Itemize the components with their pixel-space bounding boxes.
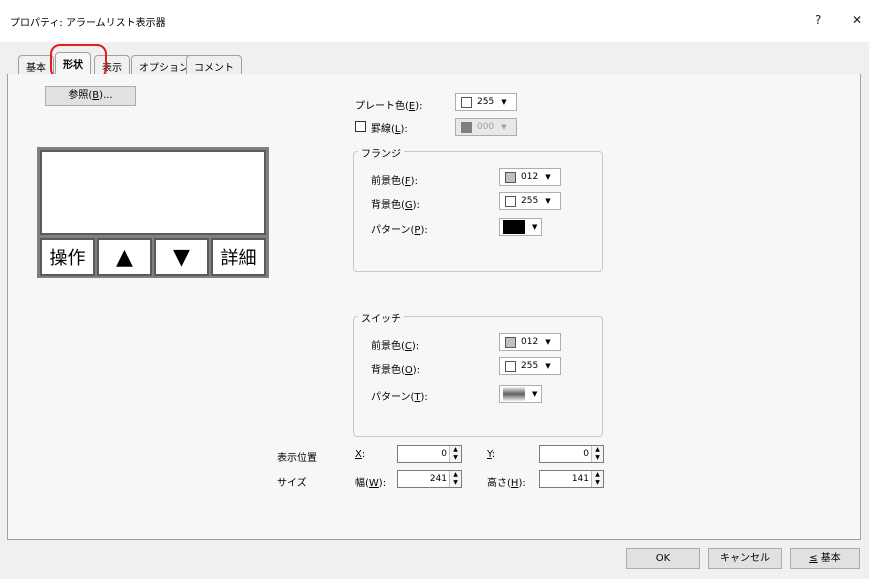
spin-arrows-icon[interactable]: ▲ ▼ xyxy=(591,471,603,487)
position-x-input[interactable]: 0 ▲ ▼ xyxy=(397,445,462,463)
switch-bg-value: 255 xyxy=(521,361,539,371)
position-y-input[interactable]: 0 ▲ ▼ xyxy=(539,445,604,463)
browse-button[interactable]: 参照(B)... xyxy=(45,86,136,106)
size-label: サイズ xyxy=(277,478,307,489)
spin-arrows-icon[interactable]: ▲ ▼ xyxy=(591,446,603,462)
preview-detail-button: 詳細 xyxy=(211,238,266,276)
basic-settings-button[interactable]: ≤ 基本 xyxy=(790,548,860,569)
flange-pattern-label: パターン(P): xyxy=(371,225,428,236)
chevron-down-icon: ▼ xyxy=(545,338,551,346)
switch-group-title: スイッチ xyxy=(358,310,404,325)
spin-arrows-icon[interactable]: ▲ ▼ xyxy=(449,446,461,462)
flange-pattern-swatch xyxy=(503,220,525,234)
switch-pattern-swatch xyxy=(503,387,525,401)
size-h-label: 高さ(H): xyxy=(487,478,526,489)
tab-comment[interactable]: コメント xyxy=(186,55,242,75)
size-w-input[interactable]: 241 ▲ ▼ xyxy=(397,470,462,488)
plate-color-dropdown[interactable]: 255 ▼ xyxy=(455,93,517,111)
flange-fg-dropdown[interactable]: 012 ▼ xyxy=(499,168,561,186)
flange-fg-value: 012 xyxy=(521,172,539,182)
cancel-button[interactable]: キャンセル xyxy=(708,548,782,569)
size-h-input[interactable]: 141 ▲ ▼ xyxy=(539,470,604,488)
flange-bg-value: 255 xyxy=(521,196,539,206)
flange-pattern-dropdown[interactable]: ▼ xyxy=(499,218,542,236)
switch-fg-label: 前景色(C): xyxy=(371,341,420,352)
browse-suffix: )... xyxy=(99,90,113,101)
plate-color-swatch xyxy=(461,96,472,108)
flange-bg-label: 背景色(G): xyxy=(371,200,420,211)
chevron-down-icon: ▼ xyxy=(532,223,538,231)
tab-basic[interactable]: 基本 xyxy=(18,55,54,75)
chevron-down-icon: ▼ xyxy=(545,173,551,181)
switch-pattern-dropdown[interactable]: ▼ xyxy=(499,385,542,403)
size-w-label: 幅(W): xyxy=(355,478,387,489)
switch-group xyxy=(353,316,603,437)
position-y-label: Y: xyxy=(487,449,496,460)
switch-pattern-label: パターン(T): xyxy=(371,392,428,403)
chevron-down-icon: ▼ xyxy=(501,98,507,106)
flange-bg-swatch xyxy=(505,195,516,207)
border-color-value: 000 xyxy=(477,122,495,132)
spin-arrows-icon[interactable]: ▲ ▼ xyxy=(449,471,461,487)
chevron-down-icon: ▼ xyxy=(501,123,507,131)
plate-color-label: プレート色(E): xyxy=(355,101,423,112)
chevron-down-icon: ▼ xyxy=(532,390,538,398)
basic-settings-label: 基本 xyxy=(817,553,841,564)
flange-bg-dropdown[interactable]: 255 ▼ xyxy=(499,192,561,210)
window-title: プロパティ: アラームリスト表示器 xyxy=(10,18,166,29)
switch-fg-swatch xyxy=(505,336,516,348)
size-h-value: 141 xyxy=(571,474,589,484)
flange-group-title: フランジ xyxy=(358,145,404,160)
border-color-swatch xyxy=(461,121,472,133)
browse-label: 参照( xyxy=(68,90,93,101)
switch-bg-swatch xyxy=(505,360,516,372)
border-label: 罫線(L): xyxy=(371,124,408,135)
plate-color-value: 255 xyxy=(477,97,495,107)
close-button[interactable]: ✕ xyxy=(852,13,862,27)
chevron-down-icon: ▼ xyxy=(545,362,551,370)
preview-operate-button: 操作 xyxy=(40,238,95,276)
switch-fg-value: 012 xyxy=(521,337,539,347)
preview-up-button: ▲ xyxy=(97,238,152,276)
preview-list-area xyxy=(40,150,266,235)
switch-bg-dropdown[interactable]: 255 ▼ xyxy=(499,357,561,375)
border-checkbox[interactable] xyxy=(355,121,366,132)
ok-button[interactable]: OK xyxy=(626,548,700,569)
chevron-down-icon: ▼ xyxy=(545,197,551,205)
flange-fg-label: 前景色(F): xyxy=(371,176,418,187)
size-w-value: 241 xyxy=(429,474,447,484)
position-y-value: 0 xyxy=(583,449,589,459)
preview-down-button: ▼ xyxy=(154,238,209,276)
flange-group xyxy=(353,151,603,272)
switch-fg-dropdown[interactable]: 012 ▼ xyxy=(499,333,561,351)
basic-settings-key: ≤ xyxy=(809,553,818,564)
help-button[interactable]: ? xyxy=(815,13,821,27)
position-label: 表示位置 xyxy=(277,453,317,464)
position-x-value: 0 xyxy=(441,449,447,459)
flange-fg-swatch xyxy=(505,171,516,183)
border-color-dropdown: 000 ▼ xyxy=(455,118,517,136)
switch-bg-label: 背景色(O): xyxy=(371,365,421,376)
position-x-label: X: xyxy=(355,449,366,460)
